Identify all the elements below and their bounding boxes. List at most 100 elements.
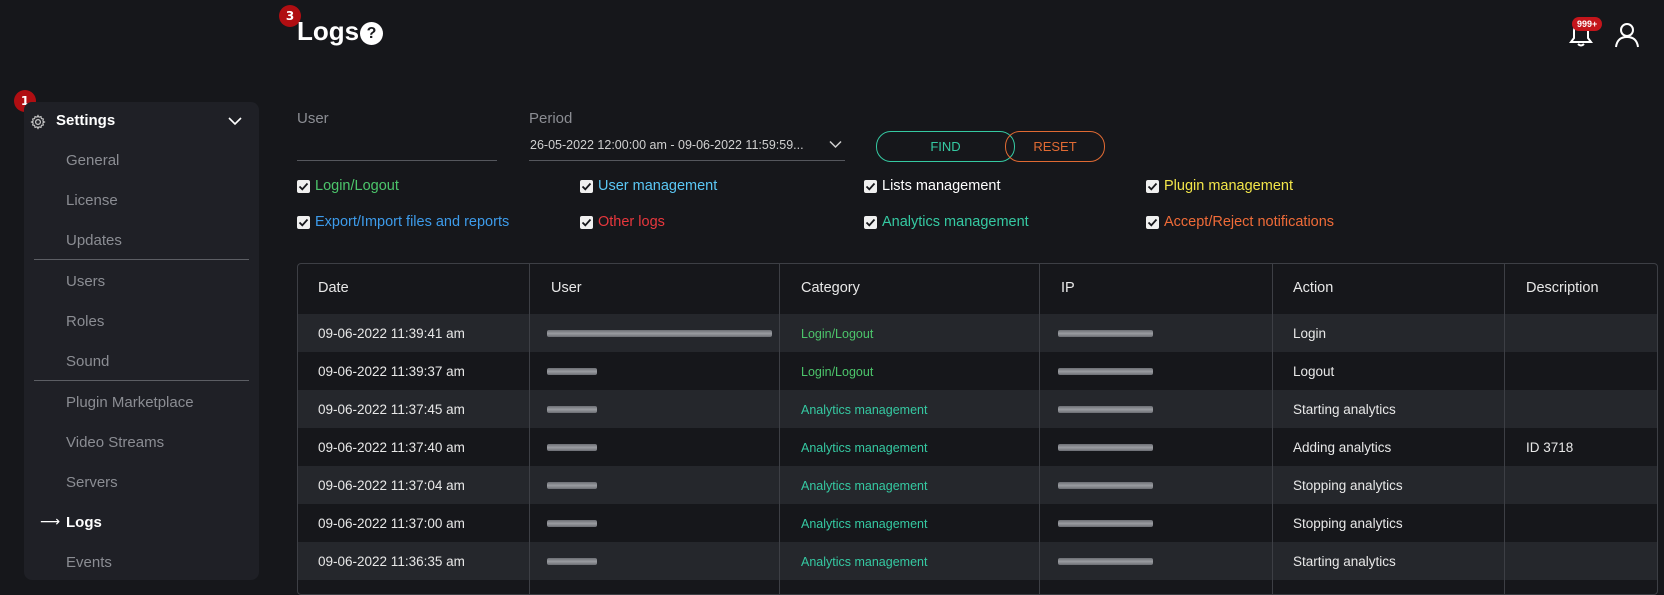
category-checkbox-label: Export/Import files and reports <box>315 214 510 230</box>
sidebar-item-license[interactable]: License <box>66 192 118 209</box>
table-row[interactable]: 09-06-2022 11:37:40 am Analytics manageme… <box>298 428 1657 466</box>
redacted-user <box>547 368 597 375</box>
column-header-action[interactable]: Action <box>1293 280 1333 296</box>
chevron-down-icon[interactable] <box>228 116 242 126</box>
redacted-user <box>547 520 597 527</box>
sidebar-item-general[interactable]: General <box>66 152 119 169</box>
cell-date: 09-06-2022 11:39:41 am <box>318 326 465 341</box>
checkbox-icon[interactable] <box>1146 215 1159 229</box>
category-checkbox[interactable]: Export/Import files and reports <box>297 214 509 230</box>
help-icon[interactable]: ? <box>360 22 383 45</box>
period-select-value: 26-05-2022 12:00:00 am - 09-06-2022 11:5… <box>530 138 804 152</box>
redacted-ip <box>1058 482 1153 489</box>
column-header-category[interactable]: Category <box>801 280 860 296</box>
checkbox-icon[interactable] <box>297 179 310 193</box>
cell-action: Stopping analytics <box>1293 478 1403 493</box>
sidebar-item-video-streams[interactable]: Video Streams <box>66 434 164 451</box>
user-icon <box>1615 23 1639 48</box>
table-row[interactable]: 09-06-2022 11:39:37 am Login/Logout Logout <box>298 352 1657 390</box>
notification-count-badge: 999+ <box>1572 17 1603 31</box>
user-filter-input[interactable] <box>297 130 497 161</box>
sidebar-item-plugin-marketplace[interactable]: Plugin Marketplace <box>66 394 194 411</box>
table-row[interactable]: 09-06-2022 11:39:41 am Login/Logout Login <box>298 314 1657 352</box>
cell-category: Login/Logout <box>801 365 874 379</box>
column-header-user[interactable]: User <box>551 280 582 296</box>
cell-date: 09-06-2022 11:37:04 am <box>318 478 465 493</box>
checkbox-icon[interactable] <box>864 179 877 193</box>
redacted-user <box>547 406 597 413</box>
cell-action: Starting analytics <box>1293 402 1396 417</box>
cell-date: 09-06-2022 11:37:40 am <box>318 440 465 455</box>
redacted-user <box>547 482 597 489</box>
category-checkbox[interactable]: Other logs <box>580 214 665 230</box>
find-button[interactable]: FIND <box>876 131 1015 162</box>
sidebar-section-label: Settings <box>56 112 116 129</box>
category-checkbox[interactable]: Login/Logout <box>297 178 399 194</box>
column-header-ip[interactable]: IP <box>1061 280 1075 296</box>
user-filter-label: User <box>297 110 329 127</box>
period-select[interactable]: 26-05-2022 12:00:00 am - 09-06-2022 11:5… <box>529 134 845 161</box>
column-divider <box>1504 264 1505 594</box>
sidebar-item-events[interactable]: Events <box>66 554 112 571</box>
table-row[interactable]: 09-06-2022 11:37:45 am Analytics manageme… <box>298 390 1657 428</box>
sidebar-item-updates[interactable]: Updates <box>66 232 122 249</box>
logs-table: Date User Category IP Action Description… <box>297 263 1658 595</box>
cell-date: 09-06-2022 11:37:00 am <box>318 516 465 531</box>
cell-action: Logout <box>1293 364 1335 379</box>
cell-category: Analytics management <box>801 555 928 569</box>
category-checkbox-label: User management <box>598 178 718 194</box>
sidebar-item-roles[interactable]: Roles <box>66 313 104 330</box>
cell-action: Starting analytics <box>1293 554 1396 569</box>
checkbox-icon[interactable] <box>1146 179 1159 193</box>
sidebar-item-users[interactable]: Users <box>66 273 105 290</box>
category-checkbox[interactable]: Plugin management <box>1146 178 1293 194</box>
checkbox-icon[interactable] <box>297 215 310 229</box>
table-row[interactable]: 09-06-2022 11:37:04 am Analytics manageme… <box>298 466 1657 504</box>
cell-action: Login <box>1293 326 1327 341</box>
category-checkbox-label: Login/Logout <box>315 178 399 194</box>
page-title: Logs <box>297 16 360 46</box>
checkbox-icon[interactable] <box>580 179 593 193</box>
category-checkbox[interactable]: Accept/Reject notifications <box>1146 214 1334 230</box>
sidebar-section-settings[interactable]: Settings <box>24 102 259 140</box>
category-checkbox-label: Analytics management <box>882 214 1029 230</box>
table-row[interactable]: 09-06-2022 11:37:00 am Analytics manageme… <box>298 504 1657 542</box>
cell-action: Adding analytics <box>1293 440 1392 455</box>
table-header: Date User Category IP Action Description <box>298 264 1657 314</box>
category-checkbox[interactable]: Lists management <box>864 178 1000 194</box>
column-divider <box>529 264 530 594</box>
cell-category: Analytics management <box>801 441 928 455</box>
checkbox-icon[interactable] <box>580 215 593 229</box>
sidebar-item-sound[interactable]: Sound <box>66 353 109 370</box>
user-menu-button[interactable] <box>1614 22 1640 48</box>
table-row[interactable]: 09-06-2022 11:36:35 am Analytics manageme… <box>298 542 1657 580</box>
cell-date: 09-06-2022 11:36:35 am <box>318 554 465 569</box>
category-checkbox-label: Other logs <box>598 214 665 230</box>
cell-date: 09-06-2022 11:39:37 am <box>318 364 465 379</box>
cell-category: Analytics management <box>801 479 928 493</box>
arrow-right-icon: ⟶ <box>40 513 61 529</box>
gear-icon <box>30 114 46 130</box>
column-header-description[interactable]: Description <box>1526 280 1599 296</box>
category-checkbox-label: Accept/Reject notifications <box>1164 214 1335 230</box>
reset-button[interactable]: RESET <box>1005 131 1105 162</box>
sidebar: Settings General License Updates Users R… <box>24 102 259 580</box>
category-checkbox-label: Plugin management <box>1164 178 1293 194</box>
category-checkbox-label: Lists management <box>882 178 1001 194</box>
column-header-date[interactable]: Date <box>318 280 349 296</box>
period-filter-label: Period <box>529 110 573 127</box>
redacted-ip <box>1058 558 1153 565</box>
category-checkbox[interactable]: User management <box>580 178 717 194</box>
redacted-user <box>547 558 597 565</box>
redacted-user <box>547 444 597 451</box>
sidebar-item-logs[interactable]: Logs <box>66 514 102 531</box>
redacted-ip <box>1058 444 1153 451</box>
sidebar-divider <box>34 259 249 260</box>
sidebar-divider <box>34 380 249 381</box>
checkbox-icon[interactable] <box>864 215 877 229</box>
cell-description: ID 3718 <box>1526 440 1574 455</box>
category-checkbox[interactable]: Analytics management <box>864 214 1029 230</box>
cell-date: 09-06-2022 11:37:45 am <box>318 402 465 417</box>
cell-category: Analytics management <box>801 403 928 417</box>
sidebar-item-servers[interactable]: Servers <box>66 474 118 491</box>
